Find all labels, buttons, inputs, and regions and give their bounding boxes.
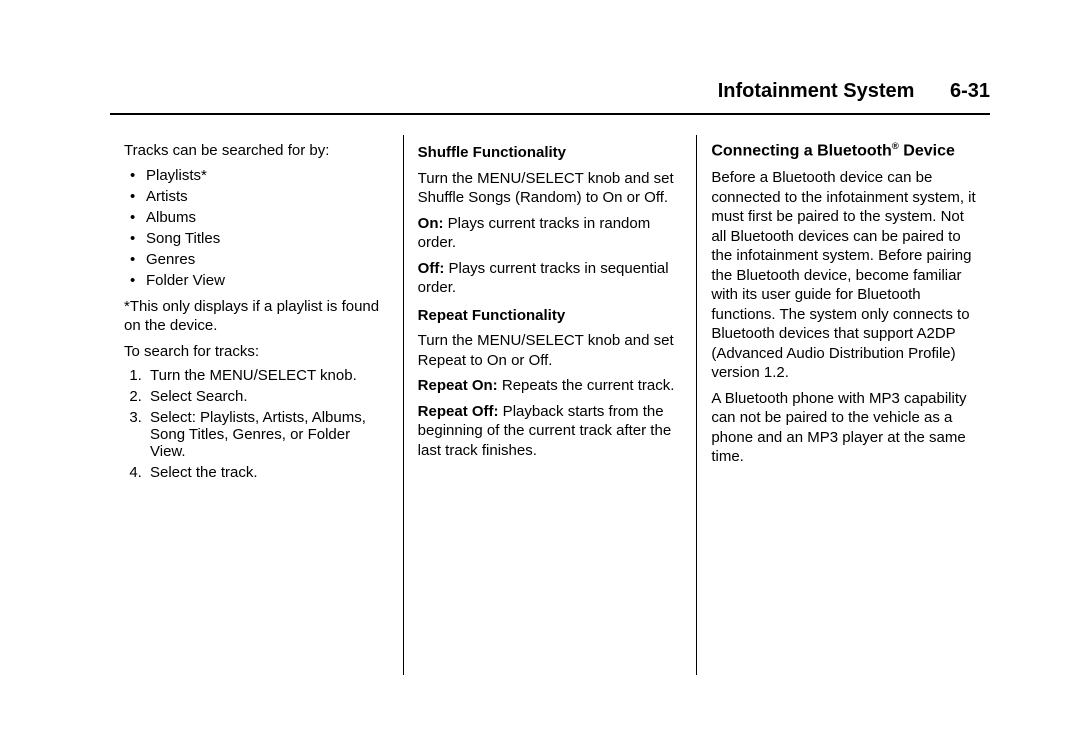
manual-page: Infotainment System 6-31 Tracks can be s… <box>0 0 1080 756</box>
list-item: Folder View <box>124 272 389 289</box>
on-text: Plays current tracks in random order. <box>418 215 651 252</box>
bluetooth-p2: A Bluetooth phone with MP3 capability ca… <box>711 389 976 467</box>
header-page-number: 6-31 <box>950 80 990 102</box>
repeat-off: Repeat Off: Playback starts from the beg… <box>418 402 683 461</box>
step-item: Select Search. <box>146 388 389 405</box>
shuffle-heading: Shuffle Functionality <box>418 143 683 163</box>
column-2: Shuffle Functionality Turn the MENU/SELE… <box>403 135 697 675</box>
column-1: Tracks can be searched for by: Playlists… <box>110 135 403 675</box>
shuffle-description: Turn the MENU/SELECT knob and set Shuffl… <box>418 169 683 208</box>
search-intro: To search for tracks: <box>124 342 389 362</box>
registered-icon: ® <box>892 141 899 152</box>
on-label: On: <box>418 215 444 232</box>
repeat-on: Repeat On: Repeats the current track. <box>418 376 683 396</box>
column-3: Connecting a Bluetooth® Device Before a … <box>696 135 990 675</box>
repeat-on-label: Repeat On: <box>418 377 498 394</box>
repeat-heading: Repeat Functionality <box>418 306 683 326</box>
list-item: Artists <box>124 188 389 205</box>
step-item: Turn the MENU/SELECT knob. <box>146 367 389 384</box>
list-item: Genres <box>124 251 389 268</box>
repeat-description: Turn the MENU/SELECT knob and set Repeat… <box>418 331 683 370</box>
list-item: Song Titles <box>124 230 389 247</box>
list-item: Albums <box>124 209 389 226</box>
off-label: Off: <box>418 260 445 277</box>
bt-head-pre: Connecting a Bluetooth <box>711 142 891 159</box>
search-steps: Turn the MENU/SELECT knob. Select Search… <box>124 367 389 481</box>
repeat-off-label: Repeat Off: <box>418 403 499 420</box>
repeat-on-text: Repeats the current track. <box>498 377 675 394</box>
header-title: Infotainment System <box>718 80 915 102</box>
playlist-note: *This only displays if a playlist is fou… <box>124 297 389 336</box>
bluetooth-heading: Connecting a Bluetooth® Device <box>711 141 976 162</box>
step-item: Select the track. <box>146 464 389 481</box>
shuffle-off: Off: Plays current tracks in sequential … <box>418 259 683 298</box>
off-text: Plays current tracks in sequential order… <box>418 260 669 297</box>
bluetooth-p1: Before a Bluetooth device can be connect… <box>711 168 976 383</box>
page-header: Infotainment System 6-31 <box>110 80 990 115</box>
tracks-intro: Tracks can be searched for by: <box>124 141 389 161</box>
shuffle-on: On: Plays current tracks in random order… <box>418 214 683 253</box>
list-item: Playlists* <box>124 167 389 184</box>
bt-head-post: Device <box>899 142 955 159</box>
step-item: Select: Playlists, Artists, Albums, Song… <box>146 409 389 460</box>
content-columns: Tracks can be searched for by: Playlists… <box>110 135 990 675</box>
search-categories-list: Playlists* Artists Albums Song Titles Ge… <box>124 167 389 289</box>
